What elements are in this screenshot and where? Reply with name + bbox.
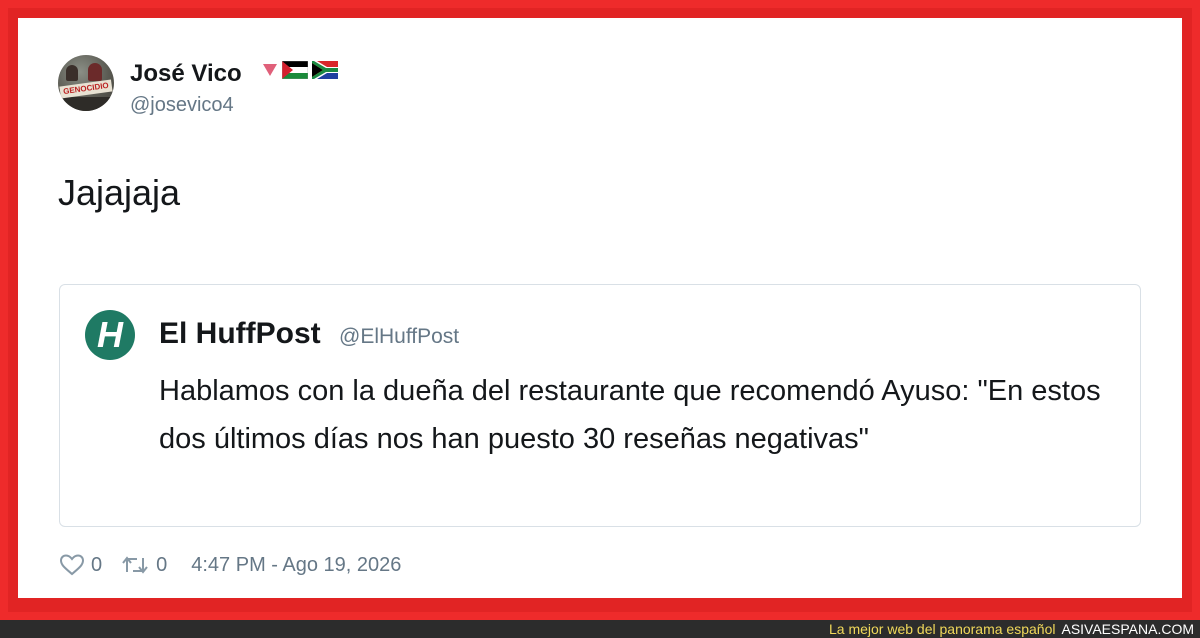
like-button[interactable]: 0 [59,553,102,577]
retweet-count: 0 [156,553,168,576]
site-footer: La mejor web del panorama español ASIVAE… [0,620,1200,638]
author-handle[interactable]: @josevico4 [130,94,234,117]
palestine-flag-icon [282,61,308,79]
footer-tagline: La mejor web del panorama español [829,621,1056,637]
red-triangle-icon [263,64,277,76]
quoted-tweet[interactable]: H El HuffPost @ElHuffPost Hablamos con l… [59,284,1141,527]
author-name[interactable]: José Vico [130,60,242,88]
tweet-card: GENOCIDIO José Vico @josevico4 Jajajaja … [18,18,1182,598]
tweet-actions: 0 0 4:47 PM - Ago 19, 2026 [59,550,401,580]
quoted-author-handle[interactable]: @ElHuffPost [339,325,459,349]
retweet-icon [122,556,148,574]
avatar-banner: GENOCIDIO [59,79,113,99]
retweet-button[interactable]: 0 [120,553,167,577]
like-count: 0 [91,553,103,576]
south-africa-flag-icon [312,61,338,79]
heart-icon [59,554,85,576]
tweet-timestamp[interactable]: 4:47 PM - Ago 19, 2026 [191,554,401,577]
flag-emojis [262,60,338,80]
huffpost-logo[interactable]: H [85,310,135,360]
quoted-tweet-text: Hablamos con la dueña del restaurante qu… [159,375,1101,455]
quoted-author-name[interactable]: El HuffPost [159,317,321,351]
avatar[interactable]: GENOCIDIO [58,55,114,111]
tweet-text: Jajajaja [58,172,181,213]
footer-site-link[interactable]: ASIVAESPANA.COM [1061,621,1194,637]
